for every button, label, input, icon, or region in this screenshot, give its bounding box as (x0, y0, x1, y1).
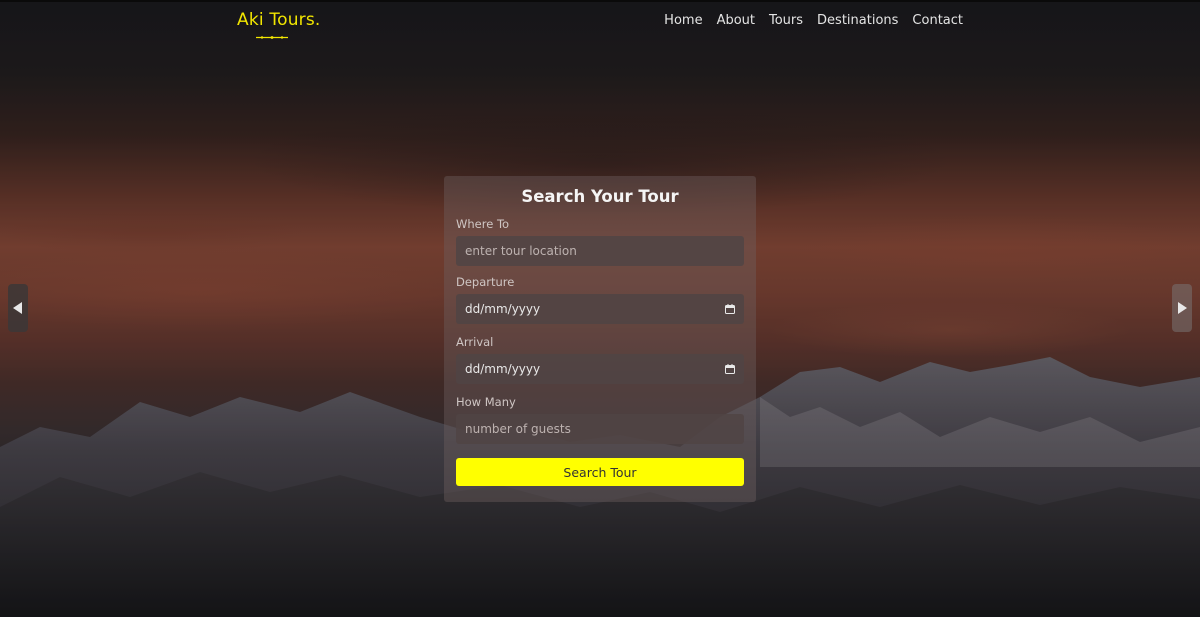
guests-input[interactable]: number of guests (456, 414, 744, 444)
carousel-next-button[interactable] (1172, 284, 1192, 332)
search-tour-form: Search Your Tour Where To enter tour loc… (444, 176, 756, 502)
nav-links: Home About Tours Destinations Contact (664, 13, 963, 28)
how-many-label: How Many (456, 395, 516, 409)
nav-link-home[interactable]: Home (664, 13, 702, 28)
departure-label: Departure (456, 275, 515, 289)
arrival-date-input[interactable]: dd/mm/yyyy (456, 354, 744, 384)
departure-date-value: dd/mm/yyyy (465, 302, 541, 316)
calendar-icon[interactable] (725, 364, 735, 374)
where-to-input[interactable]: enter tour location (456, 236, 744, 266)
where-to-label: Where To (456, 217, 510, 231)
departure-date-input[interactable]: dd/mm/yyyy (456, 294, 744, 324)
nav-link-about[interactable]: About (717, 13, 755, 28)
guests-placeholder: number of guests (465, 422, 571, 436)
brand-underline-decoration (256, 36, 288, 39)
carousel-prev-button[interactable] (8, 284, 28, 332)
where-to-placeholder: enter tour location (465, 244, 577, 258)
brand-logo[interactable]: Aki Tours. (237, 10, 321, 30)
calendar-icon[interactable] (725, 304, 735, 314)
arrival-label: Arrival (456, 335, 494, 349)
nav-link-destinations[interactable]: Destinations (817, 13, 898, 28)
nav-link-contact[interactable]: Contact (912, 13, 963, 28)
nav-link-tours[interactable]: Tours (769, 13, 803, 28)
chevron-right-icon (1178, 302, 1187, 314)
navbar: Aki Tours. Home About Tours Destinations… (0, 2, 1200, 46)
chevron-left-icon (13, 302, 22, 314)
search-form-title: Search Your Tour (521, 187, 679, 206)
arrival-date-value: dd/mm/yyyy (465, 362, 541, 376)
search-tour-button[interactable]: Search Tour (456, 458, 744, 486)
